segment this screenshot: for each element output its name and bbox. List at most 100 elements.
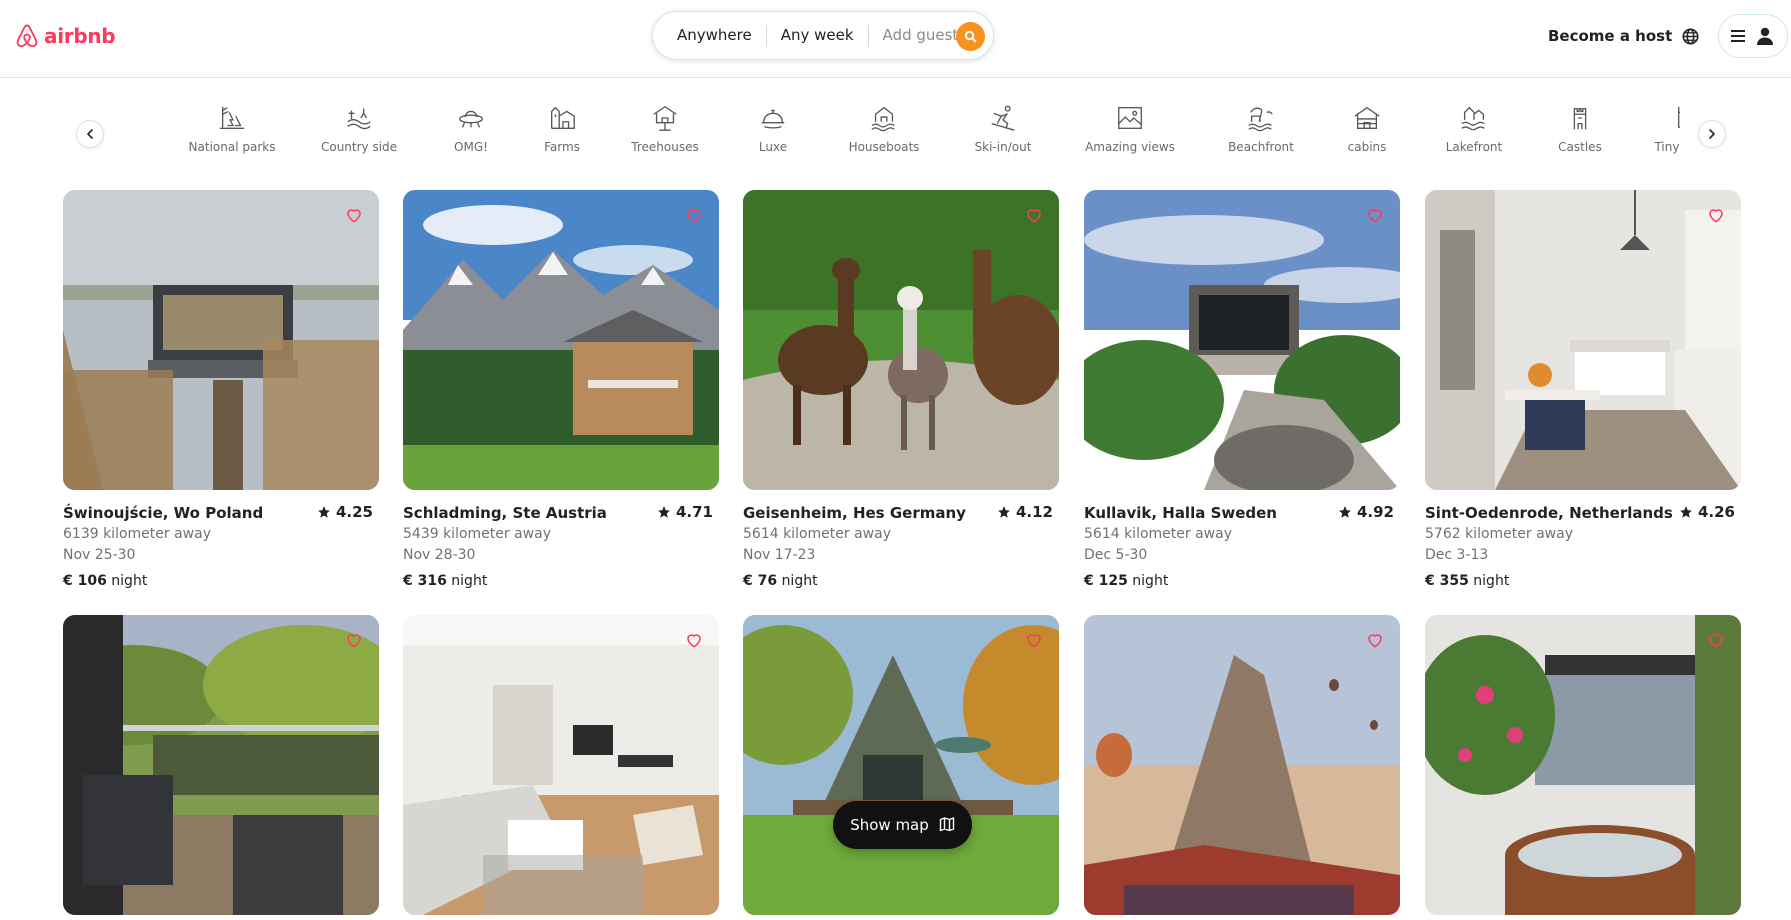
hamburger-icon [1731, 30, 1745, 42]
listing-card[interactable]: Kullavik, Halla Sweden 4.92 5614 kilomet… [1084, 190, 1400, 589]
category-tiny-homes[interactable]: Tiny homes [1654, 101, 1680, 167]
search-button[interactable] [956, 22, 985, 51]
listing-card[interactable] [1425, 615, 1741, 915]
chevron-right-icon [1709, 129, 1715, 139]
category-country-side[interactable]: Country side [321, 101, 397, 167]
national-parks-icon [219, 106, 245, 129]
category-luxe[interactable]: Luxe [758, 101, 788, 167]
wishlist-button[interactable] [683, 204, 705, 226]
listing-card[interactable]: Schladming, Ste Austria 4.71 5439 kilome… [403, 190, 719, 589]
listing-rating: 4.25 [317, 503, 373, 521]
houseboat-icon [871, 106, 895, 132]
listing-price-line: € 355 night [1425, 573, 1741, 589]
search-divider [765, 24, 767, 47]
heart-icon [1368, 209, 1382, 223]
category-beachfront[interactable]: Beachfront [1228, 101, 1294, 167]
chevron-left-icon [87, 129, 93, 139]
castle-icon [1573, 107, 1587, 130]
search-bar[interactable]: Anywhere Any week Add guests [652, 11, 994, 60]
listing-card[interactable] [743, 615, 1059, 915]
listing-distance: 5762 kilometer away [1425, 526, 1573, 542]
listing-photo[interactable] [1425, 190, 1741, 490]
category-prev-button[interactable] [76, 120, 104, 148]
listing-photo[interactable] [743, 190, 1059, 490]
farm-icon [551, 106, 575, 129]
skier-icon [991, 105, 1015, 131]
category-treehouses[interactable]: Treehouses [631, 101, 699, 167]
alpine-chalet-photo [403, 190, 719, 490]
listing-photo[interactable] [1084, 190, 1400, 490]
listing-photo[interactable] [1425, 615, 1741, 915]
category-ski[interactable]: Ski-in/out [975, 101, 1031, 167]
listing-title: Kullavik, Halla Sweden [1084, 504, 1277, 522]
lake-icon [1461, 106, 1485, 131]
search-divider [867, 24, 869, 47]
listing-card[interactable] [403, 615, 719, 915]
star-icon [998, 506, 1010, 518]
category-lakefront[interactable]: Lakefront [1444, 101, 1504, 167]
wishlist-button[interactable] [343, 204, 365, 226]
category-label: Farms [544, 140, 580, 154]
wishlist-button[interactable] [1364, 629, 1386, 651]
wishlist-button[interactable] [1705, 629, 1727, 651]
wishlist-button[interactable] [1023, 629, 1045, 651]
listing-photo[interactable] [403, 615, 719, 915]
heart-icon [347, 634, 361, 648]
profile-menu-button[interactable] [1718, 14, 1788, 58]
countryside-icon [347, 108, 371, 130]
wishlist-button[interactable] [1364, 204, 1386, 226]
category-castles[interactable]: Castles [1556, 101, 1604, 167]
wishlist-button[interactable] [683, 629, 705, 651]
category-label: Beachfront [1228, 140, 1294, 154]
category-cabins[interactable]: cabins [1348, 101, 1386, 167]
show-map-button[interactable]: Show map [833, 801, 972, 849]
star-icon [318, 506, 330, 518]
airbnb-logo[interactable]: airbnb [14, 22, 116, 50]
category-houseboats[interactable]: Houseboats [849, 101, 919, 167]
become-a-host-link[interactable]: Become a host [1538, 22, 1682, 50]
wishlist-button[interactable] [1705, 204, 1727, 226]
wishlist-button[interactable] [1023, 204, 1045, 226]
listing-distance: 5439 kilometer away [403, 526, 551, 542]
listing-price: € 355 [1425, 573, 1469, 589]
listing-rating: 4.26 [1679, 503, 1735, 521]
category-label: Luxe [758, 140, 788, 154]
category-list: National parks Country side OMG! Farms T… [176, 101, 1680, 167]
price-unit: night [781, 573, 818, 589]
category-farms[interactable]: Farms [544, 101, 580, 167]
user-icon [1757, 27, 1773, 45]
price-unit: night [1473, 573, 1510, 589]
listing-photo[interactable] [1084, 615, 1400, 915]
search-guests[interactable]: Add guests [883, 11, 967, 60]
category-national-parks[interactable]: National parks [189, 101, 275, 167]
price-unit: night [1132, 573, 1169, 589]
luxe-bell-icon [761, 109, 785, 129]
language-button[interactable] [1677, 23, 1703, 49]
search-location[interactable]: Anywhere [677, 11, 752, 60]
listing-photo[interactable] [63, 615, 379, 915]
category-next-button[interactable] [1698, 120, 1726, 148]
wishlist-button[interactable] [343, 629, 365, 651]
listing-card[interactable]: Geisenheim, Hes Germany 4.12 5614 kilome… [743, 190, 1059, 589]
heart-icon [1027, 209, 1041, 223]
listing-title: Świnoujście, Wo Poland [63, 504, 264, 522]
show-map-label: Show map [850, 816, 929, 834]
listing-card[interactable]: Sint-Oedenrode, Netherlands 4.26 5762 ki… [1425, 190, 1741, 589]
listing-photo[interactable] [63, 190, 379, 490]
treehouse-icon [653, 105, 677, 131]
map-icon [939, 817, 954, 832]
heart-icon [1709, 209, 1723, 223]
category-label: National parks [188, 140, 276, 154]
heart-icon [1709, 634, 1723, 648]
listing-price-line: € 76 night [743, 573, 1059, 589]
category-omg[interactable]: OMG! [448, 101, 494, 167]
modern-cabin-photo [1084, 190, 1400, 490]
listing-photo[interactable] [403, 190, 719, 490]
listing-card[interactable] [1084, 615, 1400, 915]
listing-photo[interactable] [743, 615, 1059, 915]
listing-card[interactable]: Świnoujście, Wo Poland 4.25 6139 kilomet… [63, 190, 379, 589]
search-dates[interactable]: Any week [781, 11, 854, 60]
listing-card[interactable] [63, 615, 379, 915]
listing-price: € 316 [403, 573, 447, 589]
category-amazing-views[interactable]: Amazing views [1085, 101, 1175, 167]
